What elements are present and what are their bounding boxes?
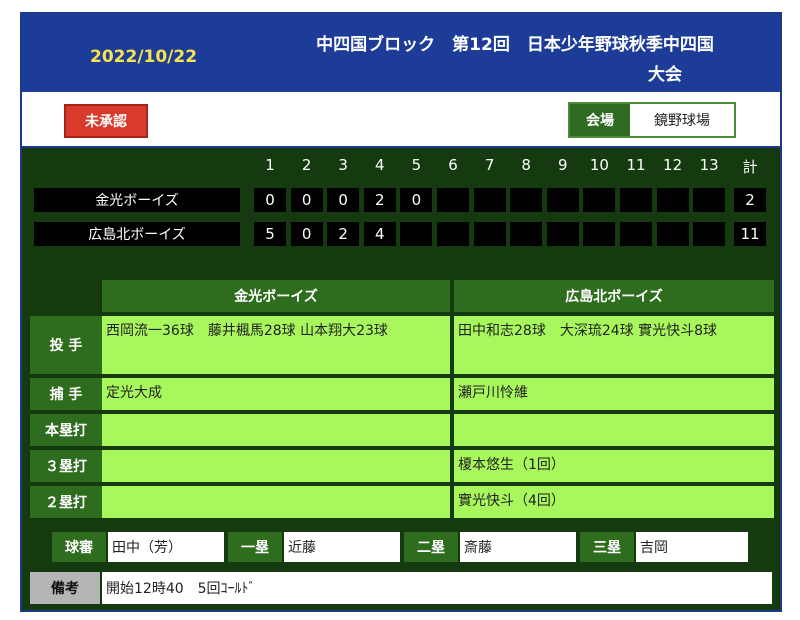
total-header: 計 — [742, 158, 758, 176]
inning-header: 4 — [375, 156, 385, 174]
inning-score: 0 — [254, 188, 286, 212]
inning-score: 4 — [363, 222, 396, 246]
inning-score: 2 — [363, 188, 396, 212]
umpire-third-label: 三塁 — [580, 532, 634, 562]
pitcher-label: 投 手 — [30, 316, 102, 374]
double-home: 實光快斗（4回） — [454, 486, 774, 518]
triple-label: ３塁打 — [30, 450, 102, 482]
inning-score: 0 — [400, 188, 433, 212]
venue-value: 鏡野球場 — [630, 104, 734, 136]
catcher-away: 定光大成 — [102, 378, 450, 410]
inning-score — [546, 222, 579, 246]
inning-header: 12 — [663, 156, 683, 174]
inning-score — [620, 188, 652, 212]
inning-score: 5 — [254, 222, 286, 246]
umpire-first-label: 一塁 — [228, 532, 282, 562]
umpire-second-value: 斎藤 — [460, 532, 576, 562]
inning-score: 0 — [327, 188, 360, 212]
memo-label: 備考 — [30, 572, 100, 604]
inning-header: 8 — [521, 156, 531, 174]
umpire-plate-value: 田中（芳） — [108, 532, 224, 562]
inning-score — [510, 222, 543, 246]
total-score: 2 — [734, 188, 766, 212]
game-report-frame: 2022/10/22 中四国ブロック 第12回 日本少年野球秋季中四国 大会 未… — [20, 12, 782, 612]
inning-header: 3 — [338, 156, 348, 174]
inning-score — [437, 188, 469, 212]
inning-score: 0 — [290, 188, 323, 212]
inning-score — [437, 222, 469, 246]
inning-header: 9 — [558, 156, 568, 174]
header-bar: 2022/10/22 中四国ブロック 第12回 日本少年野球秋季中四国 大会 — [22, 14, 780, 92]
scoreboard-team-name: 広島北ボーイズ — [34, 222, 240, 246]
venue-box: 会場 鏡野球場 — [568, 102, 736, 138]
inning-score — [546, 188, 579, 212]
total-score: 11 — [734, 222, 766, 246]
homerun-home — [454, 414, 774, 446]
inning-score — [400, 222, 433, 246]
venue-label: 会場 — [570, 104, 630, 136]
inning-header: 13 — [699, 156, 719, 174]
inning-score — [656, 188, 689, 212]
info-bar: 未承認 会場 鏡野球場 — [22, 92, 780, 148]
inning-score — [510, 188, 543, 212]
inning-header: 10 — [589, 156, 609, 174]
umpire-third-value: 吉岡 — [636, 532, 748, 562]
inning-score — [656, 222, 689, 246]
double-away — [102, 486, 450, 518]
tournament-title-line2: 大会 — [648, 65, 682, 85]
triple-away — [102, 450, 450, 482]
inning-score: 2 — [327, 222, 360, 246]
double-label: ２塁打 — [30, 486, 102, 518]
inning-score — [693, 188, 726, 212]
memo-value: 開始12時40 5回ｺｰﾙﾄﾞ — [102, 572, 772, 604]
team-header-home: 広島北ボーイズ — [454, 280, 774, 312]
game-date: 2022/10/22 — [90, 47, 198, 67]
inning-score — [693, 222, 726, 246]
pitcher-home: 田中和志28球 大深琉24球 實光快斗8球 — [454, 316, 774, 374]
inning-header: 5 — [411, 156, 422, 174]
umpire-second-label: 二塁 — [404, 532, 458, 562]
catcher-home: 瀬戸川怜維 — [454, 378, 774, 410]
inning-score — [583, 188, 616, 212]
inning-score — [620, 222, 652, 246]
umpire-first-value: 近藤 — [284, 532, 400, 562]
triple-home: 榎本悠生（1回） — [454, 450, 774, 482]
homerun-label: 本塁打 — [30, 414, 102, 446]
catcher-label: 捕 手 — [30, 378, 102, 410]
pitcher-away: 西岡流一36球 藤井楓馬28球 山本翔大23球 — [102, 316, 450, 374]
homerun-away — [102, 414, 450, 446]
main-panel: 1 2 3 4 5 6 7 8 9 10 11 12 13 計金光ボーイズ 0 0 0 2 0 2 広島北ボーイズ 5 0 2… — [22, 148, 780, 610]
inning-score — [473, 188, 506, 212]
inning-header: 6 — [448, 156, 458, 174]
inning-header: 7 — [484, 156, 495, 174]
inning-header: 1 — [265, 156, 275, 174]
approval-status-button[interactable]: 未承認 — [64, 104, 148, 138]
scoreboard-team-name: 金光ボーイズ — [34, 188, 240, 212]
team-header-away: 金光ボーイズ — [102, 280, 450, 312]
umpire-plate-label: 球審 — [52, 532, 106, 562]
inning-score: 0 — [290, 222, 323, 246]
inning-header: 11 — [626, 156, 646, 174]
tournament-title: 中四国ブロック 第12回 日本少年野球秋季中四国 大会 — [260, 30, 770, 90]
inning-header: 2 — [301, 156, 312, 174]
tournament-title-line1: 中四国ブロック 第12回 日本少年野球秋季中四国 — [316, 35, 714, 55]
inning-score — [473, 222, 506, 246]
inning-score — [583, 222, 616, 246]
